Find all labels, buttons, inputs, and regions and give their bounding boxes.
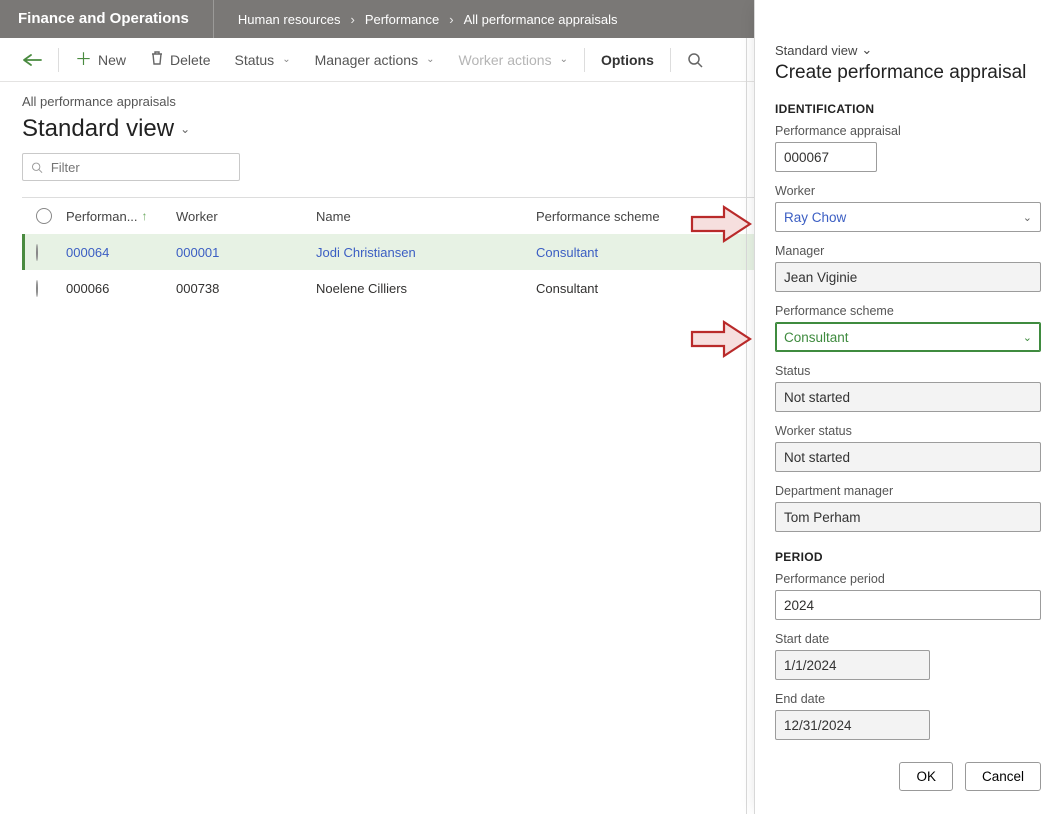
- col-scheme[interactable]: Performance scheme: [536, 209, 736, 224]
- panel-buttons: OK Cancel: [775, 762, 1041, 791]
- label-status: Status: [775, 364, 1041, 378]
- cell-worker[interactable]: 000001: [176, 245, 316, 260]
- search-button[interactable]: [677, 46, 713, 74]
- chevron-down-icon: ⌄: [560, 54, 568, 65]
- chevron-down-icon: ⌄: [180, 122, 190, 136]
- breadcrumb: Human resources › Performance › All perf…: [214, 12, 618, 27]
- section-identification: IDENTIFICATION: [775, 102, 1041, 116]
- input-perf-appraisal[interactable]: 000067: [775, 142, 877, 172]
- search-icon: [687, 52, 703, 68]
- label-worker: Worker: [775, 184, 1041, 198]
- label-perf-period: Performance period: [775, 572, 1041, 586]
- input-start-date[interactable]: 1/1/2024: [775, 650, 930, 680]
- col-performance[interactable]: Performan... ↑: [66, 209, 176, 224]
- worker-actions-button: Worker actions ⌄: [448, 46, 578, 74]
- select-all-checkbox[interactable]: [36, 208, 52, 224]
- dropdown-worker[interactable]: Ray Chow ⌄: [775, 202, 1041, 232]
- ok-button[interactable]: OK: [899, 762, 953, 791]
- panel-view-selector[interactable]: Standard view ⌄: [775, 42, 1041, 58]
- new-label: New: [98, 52, 126, 68]
- row-checkbox[interactable]: [36, 280, 38, 297]
- sort-asc-icon: ↑: [142, 209, 148, 223]
- dropdown-perf-period[interactable]: 2024: [775, 590, 1041, 620]
- chevron-down-icon: ⌄: [1023, 331, 1032, 344]
- cell-name[interactable]: Jodi Christiansen: [316, 245, 536, 260]
- manager-actions-button[interactable]: Manager actions ⌄: [305, 46, 445, 74]
- filter-field[interactable]: [49, 159, 231, 176]
- input-dept-manager: Tom Perham: [775, 502, 1041, 532]
- options-button[interactable]: Options: [591, 46, 664, 74]
- cell-perf: 000066: [66, 281, 176, 296]
- cell-name: Noelene Cilliers: [316, 281, 536, 296]
- cell-scheme[interactable]: Consultant: [536, 245, 736, 260]
- separator: [58, 48, 59, 72]
- search-icon: [31, 161, 43, 174]
- trash-icon: [150, 50, 164, 69]
- label-end-date: End date: [775, 692, 1041, 706]
- input-end-date[interactable]: 12/31/2024: [775, 710, 930, 740]
- chevron-right-icon: ›: [449, 12, 453, 27]
- delete-button[interactable]: Delete: [140, 44, 220, 75]
- divider: [746, 38, 747, 814]
- chevron-right-icon: ›: [350, 12, 354, 27]
- separator: [670, 48, 671, 72]
- cell-scheme: Consultant: [536, 281, 736, 296]
- input-manager: Jean Viginie: [775, 262, 1041, 292]
- input-worker-status: Not started: [775, 442, 1041, 472]
- label-start-date: Start date: [775, 632, 1041, 646]
- breadcrumb-item[interactable]: Human resources: [238, 12, 341, 27]
- page-title: Standard view: [22, 115, 174, 143]
- label-dept-manager: Department manager: [775, 484, 1041, 498]
- cancel-button[interactable]: Cancel: [965, 762, 1041, 791]
- new-button[interactable]: ＋ New: [65, 45, 136, 74]
- label-perf-appraisal: Performance appraisal: [775, 124, 1041, 138]
- row-checkbox[interactable]: [36, 244, 38, 261]
- chevron-down-icon: ⌄: [1023, 211, 1032, 224]
- chevron-down-icon: ⌄: [426, 54, 434, 65]
- breadcrumb-item[interactable]: Performance: [365, 12, 439, 27]
- col-name[interactable]: Name: [316, 209, 536, 224]
- chevron-down-icon: ⌄: [282, 54, 290, 65]
- label-manager: Manager: [775, 244, 1041, 258]
- status-button[interactable]: Status ⌄: [224, 46, 300, 74]
- cell-worker: 000738: [176, 281, 316, 296]
- app-title: Finance and Operations: [18, 0, 214, 38]
- breadcrumb-item[interactable]: All performance appraisals: [464, 12, 618, 27]
- worker-actions-label: Worker actions: [458, 52, 551, 68]
- section-period: PERIOD: [775, 550, 1041, 564]
- chevron-down-icon: ⌄: [861, 42, 872, 58]
- manager-actions-label: Manager actions: [315, 52, 419, 68]
- dropdown-scheme[interactable]: Consultant ⌄: [775, 322, 1041, 352]
- separator: [584, 48, 585, 72]
- filter-input[interactable]: [22, 153, 240, 181]
- create-panel: Standard view ⌄ Create performance appra…: [754, 0, 1059, 814]
- cell-perf[interactable]: 000064: [66, 245, 176, 260]
- label-worker-status: Worker status: [775, 424, 1041, 438]
- panel-title: Create performance appraisal: [775, 62, 1041, 84]
- input-status: Not started: [775, 382, 1041, 412]
- back-button[interactable]: [12, 47, 52, 73]
- options-label: Options: [601, 52, 654, 68]
- col-worker[interactable]: Worker: [176, 209, 316, 224]
- label-scheme: Performance scheme: [775, 304, 1041, 318]
- delete-label: Delete: [170, 52, 210, 68]
- plus-icon: ＋: [75, 51, 92, 68]
- status-label: Status: [234, 52, 274, 68]
